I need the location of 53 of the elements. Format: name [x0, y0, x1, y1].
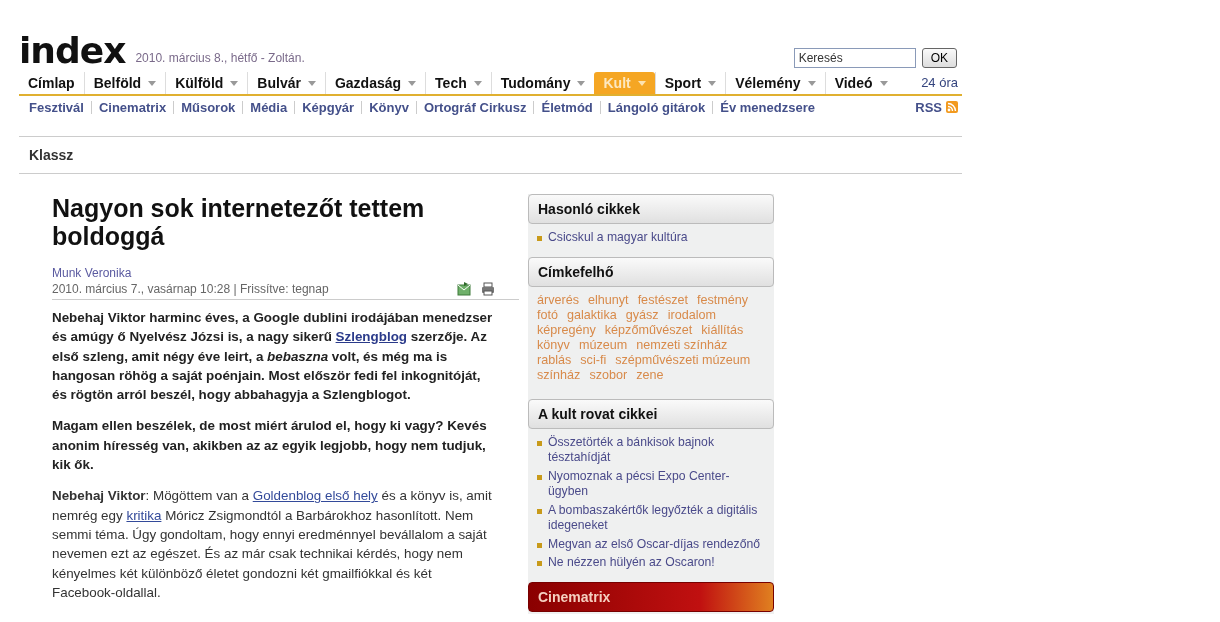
box-header: Cinematrix [528, 581, 774, 612]
subnav-link[interactable]: Média [242, 100, 295, 114]
nav-tab[interactable]: Külföld [165, 72, 248, 94]
nav-tab[interactable]: Vélemény [725, 72, 825, 94]
article-link[interactable]: Nyomoznak a pécsi Expo Center-ügyben [548, 468, 766, 500]
article-link[interactable]: Ne nézzen hülyén az Oscaron! [548, 555, 715, 571]
box-header: Címkefelhő [528, 256, 774, 287]
search-field[interactable]: Keresés [793, 48, 916, 68]
nav-tab[interactable]: Címlap [19, 72, 84, 94]
author-link[interactable]: Munk Veronika [52, 264, 519, 282]
article-link[interactable]: Csicskul a magyar kultúra [548, 230, 688, 246]
print-icon[interactable] [481, 282, 495, 296]
article-link[interactable]: A bombaszakértők legyőzték a digitális idegeneket [548, 502, 766, 534]
send-icon[interactable] [457, 282, 471, 296]
subnav-link[interactable]: Lángoló gitárok [599, 100, 713, 114]
bullet-icon [537, 236, 542, 241]
subnav-link[interactable]: Cinematrix [90, 100, 174, 114]
nav-tab[interactable]: Tech [425, 72, 491, 94]
link[interactable]: kritika [126, 507, 162, 523]
nav-tab[interactable]: Gazdaság [324, 72, 426, 94]
nav-tab[interactable]: Videó [824, 72, 897, 94]
article-link[interactable]: Összetörték a bánkisok bajnok tésztahídját [548, 434, 766, 466]
logo[interactable]: index [19, 36, 126, 66]
paragraph: Nebehaj Viktor harminc éves, a Google dublini irodájában menedzser és amúgy ő Nyelvész Józsi is, a nagy sikerű Szlengblog szerzője. Az első szleng, amit négy éve leirt, a bebaszna volt, és még ma is hangosan röhög a saját poénjain. Most először fedi fel inkognitóját, és rögtön arról beszél, hogy abbahagyja a Szlengblogot. [52, 309, 493, 405]
box-header: A kult rovat cikkei [528, 398, 774, 429]
date-text: 2010. március 8., hétfő - Zoltán. [135, 51, 305, 66]
subnav-link[interactable]: Életmód [533, 100, 600, 114]
box-header: Hasonló cikkek [528, 194, 774, 224]
paragraph: Magam ellen beszélek, de most miért árulod el, hogy ki vagy? Kevés anonim híresség van, akikben az az egyik legjobb, hogy nem tudjuk, kik ők. [52, 417, 488, 475]
date-text: 2010. március 7., vasárnap 10:28 | Frissítve: tegnap [52, 282, 330, 296]
subnav-link[interactable]: Műsorok [173, 100, 243, 114]
subnav-link[interactable]: Fesztivál [19, 100, 91, 114]
bullet-icon [537, 561, 542, 566]
nav-link[interactable]: 24 óra [921, 72, 962, 94]
link[interactable]: Goldenblog első hely [252, 488, 378, 504]
nav-tab[interactable]: Sport [654, 72, 726, 94]
bullet-icon [537, 440, 542, 446]
subnav-link[interactable]: Könyv [361, 100, 416, 114]
subnav-link[interactable]: Ortográf Cirkusz [415, 100, 534, 114]
rss-link[interactable]: RSS [915, 99, 942, 115]
bullet-icon [537, 474, 542, 480]
link[interactable]: Szlengblog [335, 329, 407, 345]
article-title: Nagyon sok internetezőt tettem boldoggá [52, 194, 426, 250]
bullet-icon [537, 508, 542, 514]
ok-button[interactable]: OK [921, 48, 957, 68]
subnav-link[interactable]: Év menedzsere [712, 100, 822, 114]
section-title: Klassz [19, 136, 962, 174]
subnav-link[interactable]: Képgyár [294, 100, 362, 114]
nav-tab[interactable]: Bulvár [247, 72, 325, 94]
article-link[interactable]: Megvan az első Oscar-díjas rendezőnő [548, 536, 761, 552]
nav-tab[interactable]: Belföld [83, 72, 166, 94]
paragraph: Nebehaj Viktor: Mögöttem van a Goldenblog első hely és a könyv is, amit nemrég egy kritika Móricz Zsigmondtól a Barbárokhoz hasonlított. Nem semmi téma. Úgy gondoltam, hogy ennyi eredménnyel bevállalom a saját nevemen ezt az egészet. És az már csak technikai kérdés, hogy nem kényelmes két különböző életet gondozni két gmailfiókkal és két Facebook-oldallal. [52, 487, 493, 602]
bullet-icon [537, 542, 542, 548]
